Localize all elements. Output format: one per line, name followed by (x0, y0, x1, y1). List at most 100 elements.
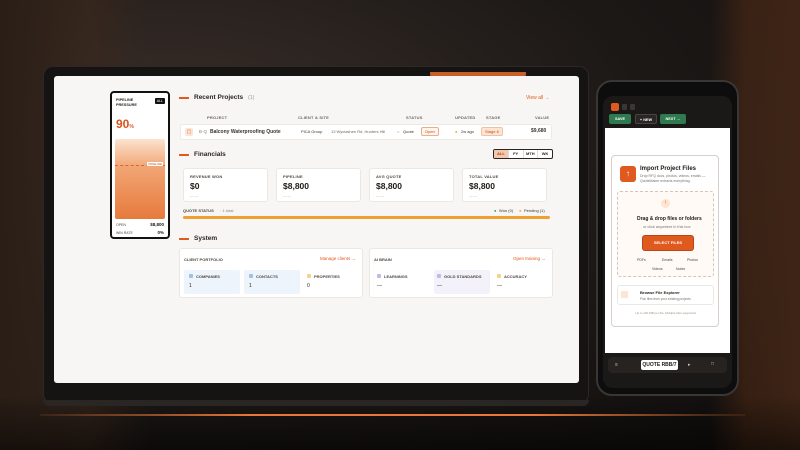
tab-fy[interactable]: FY (509, 150, 524, 158)
stat-value: — (377, 283, 382, 289)
stat-label: CONTACTS (256, 274, 278, 279)
properties-stat: PROPERTIES 0 (304, 270, 360, 294)
gauge-marker-label: PIPELINE (147, 162, 163, 166)
view-all-link[interactable]: View all → (526, 95, 550, 101)
won-dot-icon: ● (494, 208, 497, 213)
upload-arrow-icon: ↑ (661, 199, 670, 208)
quote-status-bar (183, 216, 550, 219)
card-label: REVENUE WON (190, 174, 223, 179)
gold-standards-icon (437, 274, 441, 278)
stat-label: COMPANIES (196, 274, 220, 279)
system-header: System (179, 235, 217, 242)
stat-label: PROPERTIES (314, 274, 340, 279)
card-sub: — — (469, 194, 477, 198)
learnings-icon (377, 274, 381, 278)
total-value-card: TOTAL VALUE $8,800 — — (462, 168, 547, 202)
type-notes: Notes (676, 267, 686, 271)
clock-icon: ● (455, 129, 458, 134)
contacts-stat: CONTACTS 1 (244, 270, 300, 294)
stat-value: — (437, 283, 442, 289)
quote-id-chip[interactable]: QUOTE RBB/7 (641, 360, 678, 370)
tab-wk[interactable]: WK (538, 150, 552, 158)
title-line-2: PRESSURE (116, 103, 137, 107)
tab-mth[interactable]: MTH (524, 150, 539, 158)
app-logo (611, 103, 619, 111)
stat-label: ACCURACY (504, 274, 527, 279)
modal-footer-note: Up to 100 MB per file. Multiple files su… (635, 311, 697, 315)
manage-clients-link[interactable]: Manage clients → (320, 256, 356, 261)
gold-standards-stat: GOLD STANDARDS — (434, 270, 490, 294)
stat-value: 0 (307, 283, 310, 289)
project-icon: ▢ (185, 128, 193, 136)
pressure-gauge: PIPELINE (115, 139, 165, 219)
col-updated: UPDATED (455, 115, 476, 120)
open-training-link[interactable]: Open training → (513, 256, 546, 261)
laptop-base (43, 400, 589, 406)
section-dash (179, 96, 189, 99)
project-name[interactable]: Balcony Waterproofing Quote (210, 129, 281, 135)
recent-projects-title: Recent Projects (194, 94, 244, 101)
nav-icon[interactable] (630, 104, 635, 110)
type-photos: Photos (687, 258, 698, 262)
browse-explorer-button[interactable] (617, 285, 714, 305)
contacts-icon (249, 274, 253, 278)
modal-subtitle: Drop RFQ docs, photos, videos, emails — … (640, 174, 706, 183)
stat-label: LEARNINGS (384, 274, 408, 279)
calendar-icon[interactable]: □ (711, 361, 714, 367)
list-icon[interactable]: ≡ (615, 362, 618, 368)
project-type: Quote (403, 129, 414, 134)
properties-icon (307, 274, 311, 278)
site-address: 13 Wyclashen Rd, Hunters Hill (331, 129, 386, 134)
system-title: System (194, 235, 218, 242)
quote-status-total: · 1 total (220, 208, 234, 213)
win-rate-label: WIN RATE (116, 231, 133, 235)
accent-glow-line (40, 414, 745, 416)
card-sub: — — (376, 194, 384, 198)
card-value: $8,800 (469, 181, 495, 191)
score-unit: % (129, 124, 134, 130)
col-stage: STAGE (486, 115, 501, 120)
col-value: VALUE (535, 115, 550, 120)
stat-value: 1 (189, 283, 192, 289)
col-status: STATUS (406, 115, 423, 120)
card-label: PIPELINE (283, 174, 303, 179)
card-label: TOTAL VALUE (469, 174, 499, 179)
section-dash (179, 153, 189, 156)
pending-dot-icon: ● (519, 208, 522, 213)
new-button[interactable]: + NEW (635, 114, 657, 124)
menu-icon[interactable] (622, 104, 627, 110)
dropzone-title: Drag & drop files or folders (637, 216, 702, 222)
col-project: PROJECT (207, 115, 228, 120)
card-value: $0 (190, 181, 200, 191)
pipeline-card: PIPELINE $8,800 — — (276, 168, 361, 202)
tab-all[interactable]: ALL (494, 150, 509, 158)
select-files-button[interactable]: SELECT FILES (643, 236, 693, 250)
won-legend: Won (0) (499, 208, 514, 213)
project-value: $9,680 (531, 128, 547, 134)
scope-badge[interactable]: ALL (154, 98, 165, 104)
browse-title: Browse File Explorer (640, 290, 680, 295)
accuracy-stat: ACCURACY — (494, 270, 550, 294)
period-tabs: ALL FY MTH WK (493, 149, 553, 159)
pending-legend: Pending (1) (524, 208, 545, 213)
next-button[interactable]: NEXT → (660, 114, 686, 124)
client-portfolio-title: CLIENT PORTFOLIO (184, 257, 223, 262)
project-tag: B·Q (199, 129, 208, 134)
pipeline-pressure-title: PIPELINE PRESSURE (116, 98, 137, 108)
avg-quote-card: AVG QUOTE $8,800 — — (369, 168, 454, 202)
financials-title: Financials (194, 151, 226, 158)
col-client-site: CLIENT & SITE (298, 115, 330, 120)
section-dash (179, 237, 189, 240)
client-name: PICA Group (301, 129, 323, 134)
status-badge[interactable]: Open (421, 127, 439, 136)
card-sub: — — (283, 194, 291, 198)
next-track-icon[interactable]: ▸ (688, 362, 691, 368)
save-button[interactable]: SAVE (609, 114, 631, 124)
score-value: 90 (116, 117, 130, 131)
card-sub: — — (190, 194, 198, 198)
companies-icon (189, 274, 193, 278)
learnings-stat: LEARNINGS — (374, 270, 430, 294)
recent-projects-header: Recent Projects (1) (179, 94, 254, 101)
stage-badge: Stage 6 (481, 127, 503, 136)
stat-value: — (497, 283, 502, 289)
